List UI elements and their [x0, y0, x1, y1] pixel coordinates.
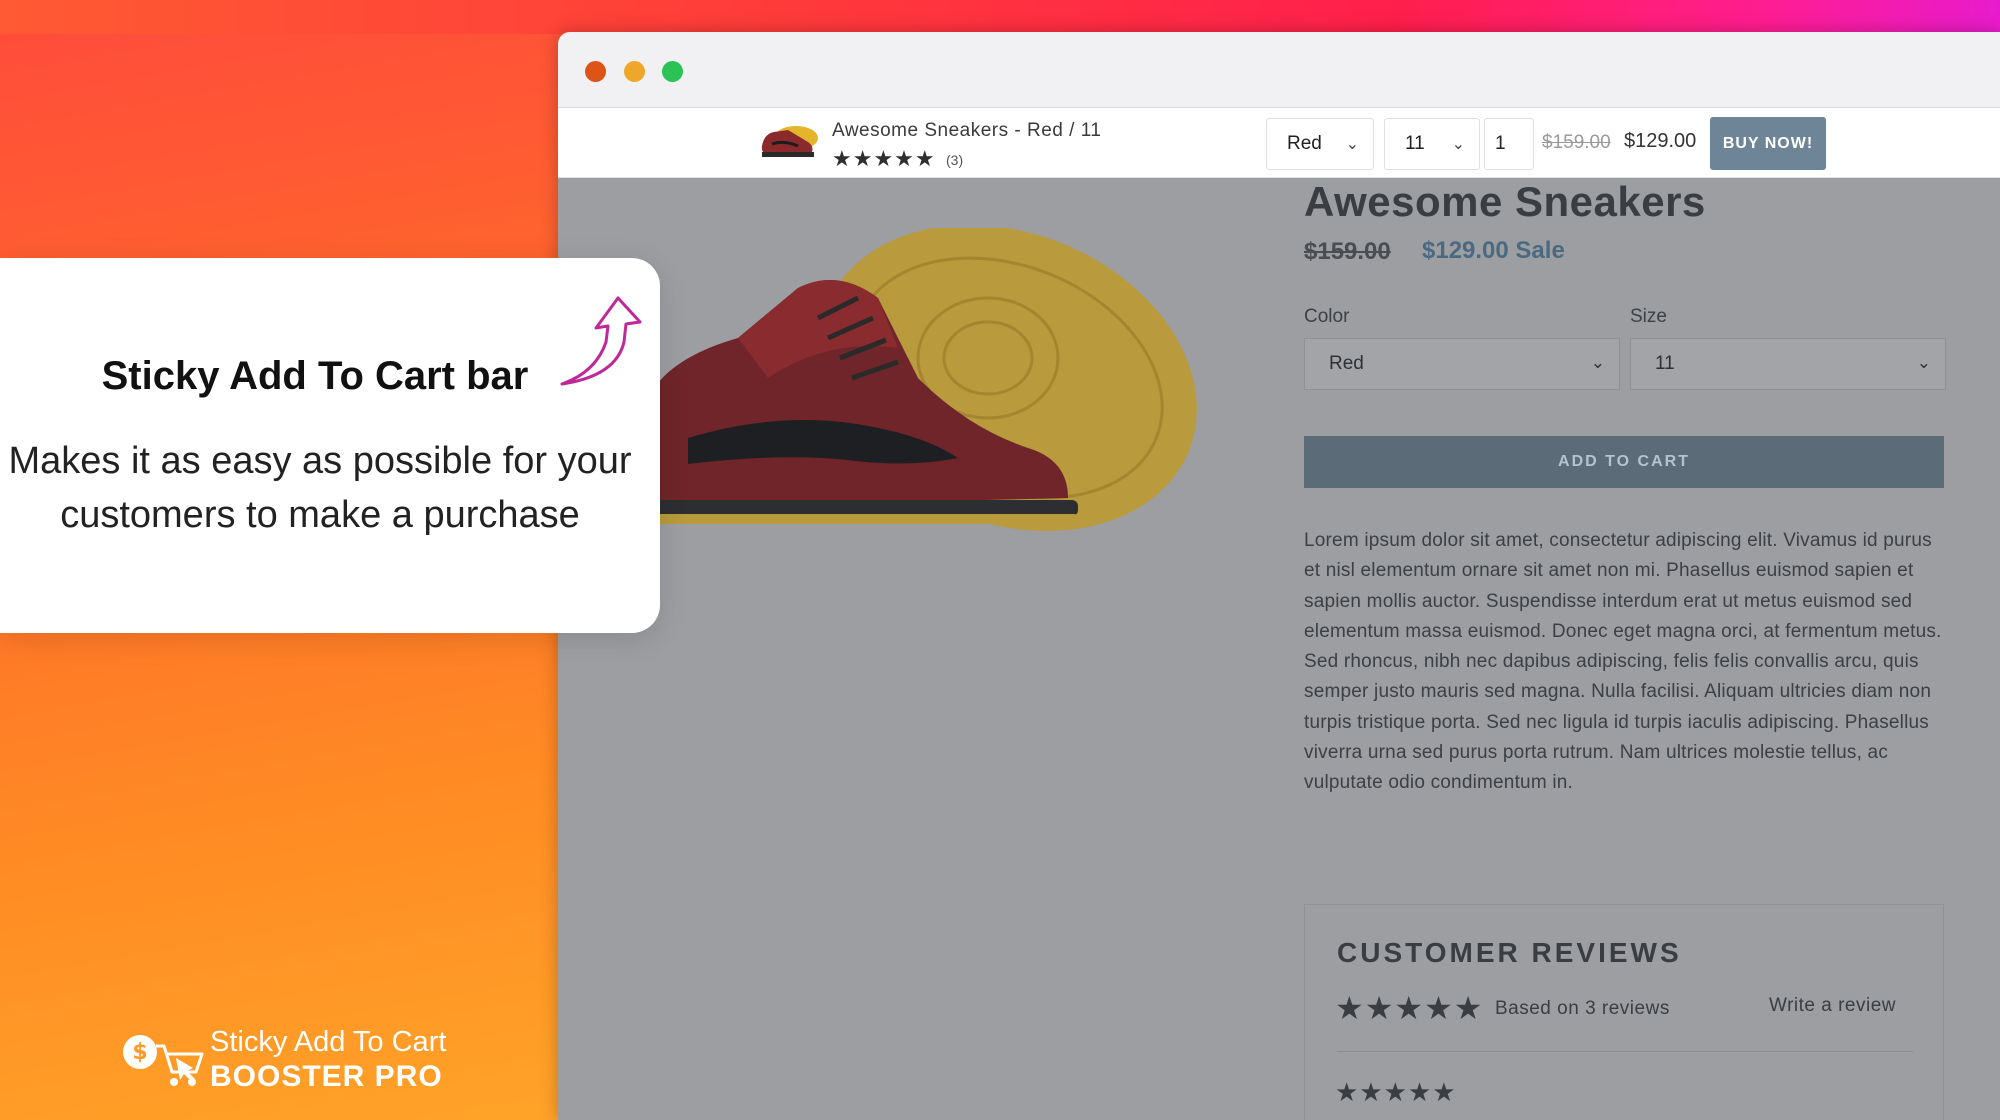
logo-line-2: BOOSTER PRO [210, 1060, 443, 1093]
cart-dollar-icon: $ [123, 1035, 204, 1086]
sticky-size-select[interactable]: 11 ⌄ [1384, 118, 1480, 170]
maximize-window-button[interactable] [662, 61, 683, 82]
background-gradient-strip [0, 0, 2000, 34]
feature-callout-card: Sticky Add To Cart bar Makes it as easy … [0, 258, 660, 633]
reviews-title: CUSTOMER REVIEWS [1337, 937, 1682, 968]
callout-subtitle-line-1: Makes it as easy as possible for your [8, 440, 632, 482]
sticky-color-select[interactable]: Red ⌄ [1266, 118, 1374, 170]
size-label: Size [1630, 306, 1667, 327]
buy-now-button[interactable]: BUY NOW! [1710, 117, 1826, 170]
color-select-value: Red [1329, 353, 1364, 374]
brand-logo: $ Sticky Add To Cart BOOSTER PRO [120, 1024, 460, 1094]
sticky-size-value: 11 [1405, 133, 1425, 154]
product-description: Lorem ipsum dolor sit amet, consectetur … [1304, 530, 1942, 794]
callout-title: Sticky Add To Cart bar [101, 354, 529, 398]
reviews-divider [1337, 1051, 1913, 1052]
size-select-value: 11 [1655, 353, 1675, 374]
sticky-quantity-input[interactable]: 1 [1484, 118, 1534, 170]
sticky-color-value: Red [1287, 133, 1322, 154]
sticky-product-title: Awesome Sneakers - Red / 11 [832, 120, 1102, 141]
chevron-down-icon: ⌄ [1916, 353, 1931, 372]
product-old-price: $159.00 [1304, 238, 1391, 265]
color-label: Color [1304, 306, 1350, 327]
size-select[interactable]: 11 ⌄ [1630, 338, 1946, 390]
chevron-down-icon: ⌄ [1451, 136, 1465, 153]
product-sale-price: $129.00 Sale [1422, 237, 1565, 264]
callout-subtitle-line-2: customers to make a purchase [60, 494, 580, 536]
sticky-quantity-value: 1 [1495, 133, 1506, 154]
product-page: Awesome Sneakers $159.00 $129.00 Sale Co… [558, 178, 2000, 1120]
sticky-review-count: (3) [946, 152, 964, 168]
reviews-count-text: Based on 3 reviews [1495, 998, 1670, 1019]
browser-window: Awesome Sneakers - Red / 11 ★★★★★ (3) Re… [558, 32, 2000, 1120]
close-window-button[interactable] [585, 61, 606, 82]
svg-text:$: $ [132, 1040, 147, 1065]
minimize-window-button[interactable] [624, 61, 645, 82]
review-item-stars: ★★★★★ [1335, 1077, 1457, 1107]
add-to-cart-button[interactable]: ADD TO CART [1304, 436, 1944, 488]
chevron-down-icon: ⌄ [1590, 353, 1605, 372]
sticky-add-to-cart-bar: Awesome Sneakers - Red / 11 ★★★★★ (3) Re… [558, 108, 2000, 178]
sticky-rating-stars: ★★★★★ [832, 146, 936, 171]
product-image[interactable] [628, 228, 1198, 558]
callout-subtitle: Makes it as easy as possible for your cu… [0, 434, 640, 542]
write-review-link[interactable]: Write a review [1769, 995, 1896, 1017]
customer-reviews-section: CUSTOMER REVIEWS ★★★★★ Based on 3 review… [1304, 904, 1944, 1120]
chevron-down-icon: ⌄ [1345, 136, 1359, 153]
product-thumbnail [761, 126, 818, 157]
product-title: Awesome Sneakers [1304, 178, 1706, 225]
color-select[interactable]: Red ⌄ [1304, 338, 1620, 390]
sticky-old-price: $159.00 [1542, 132, 1611, 153]
logo-line-1: Sticky Add To Cart [210, 1026, 447, 1058]
reviews-rating-stars: ★★★★★ [1335, 990, 1484, 1026]
sticky-new-price: $129.00 [1624, 130, 1697, 152]
browser-titlebar [558, 32, 2000, 108]
